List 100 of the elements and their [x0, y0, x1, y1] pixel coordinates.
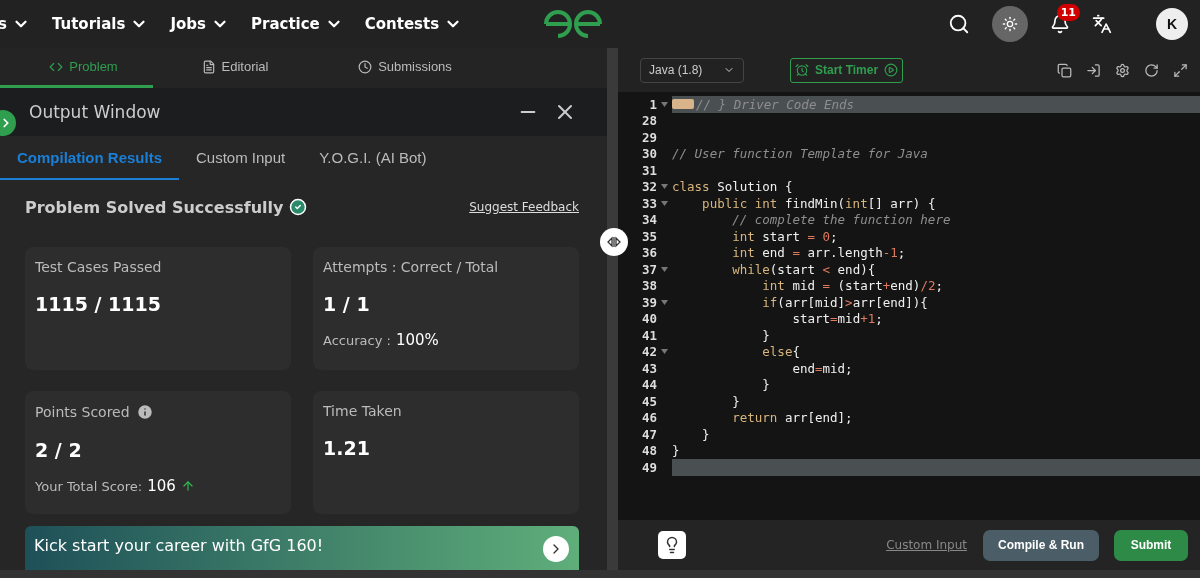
code-line: }	[672, 443, 680, 459]
line-number: 36	[641, 245, 657, 261]
start-timer-button[interactable]: Start Timer	[790, 57, 904, 83]
play-icon	[884, 63, 899, 77]
code-line: }	[701, 426, 710, 442]
code-line: end=mid;	[791, 360, 853, 376]
sun-icon	[1002, 16, 1018, 32]
info-icon[interactable]	[135, 403, 154, 421]
import-icon[interactable]	[1086, 62, 1101, 78]
line-number: 28	[641, 113, 657, 129]
line-number: 41	[641, 327, 657, 343]
alarm-clock-icon	[795, 63, 809, 77]
nav-menu-item[interactable]: Practice	[251, 15, 343, 33]
stat-sub-label: Your Total Score:	[35, 478, 143, 494]
code-line: }	[731, 393, 740, 409]
status-text: Problem Solved Successfully	[25, 197, 284, 217]
code-line: return arr[end];	[731, 410, 853, 426]
code-line: // } Driver Code Ends	[696, 96, 855, 112]
fold-arrow-icon[interactable]	[661, 184, 668, 190]
notification-badge: 11	[1056, 4, 1080, 21]
fold-arrow-icon[interactable]	[661, 349, 668, 355]
nav-menu-item[interactable]: Tutorials	[51, 15, 149, 33]
code-line: int end = arr.length-1;	[731, 245, 906, 261]
split-arrows-icon	[606, 236, 622, 248]
code-line: start=mid+1;	[791, 311, 883, 327]
fold-arrow-icon[interactable]	[661, 266, 668, 272]
notification-bell[interactable]	[1050, 14, 1070, 34]
promo-banner[interactable]: Kick start your career with GfG 160!	[25, 526, 579, 570]
line-number: 42	[641, 344, 657, 360]
stat-label: Test Cases Passed	[35, 259, 162, 275]
stat-value: 1.21	[323, 437, 371, 459]
submit-button[interactable]: Submit	[1114, 529, 1188, 561]
custom-input-link[interactable]: Custom Input	[886, 538, 967, 552]
code-line: }	[761, 327, 770, 343]
code-line: if(arr[mid]>arr[end]){	[761, 294, 928, 310]
search-icon[interactable]	[948, 13, 970, 35]
problem-tab[interactable]: Editorial	[153, 48, 323, 89]
stat-value: 2 / 2	[35, 439, 83, 461]
code-line: // complete the function here	[731, 212, 951, 228]
line-number: 34	[641, 212, 657, 228]
line-number: 32	[641, 179, 657, 195]
fold-arrow-icon[interactable]	[661, 101, 668, 107]
line-number: 29	[641, 129, 657, 145]
clock-icon	[358, 59, 373, 74]
reset-icon[interactable]	[1144, 62, 1159, 78]
logo-icon	[542, 9, 604, 39]
line-number: 35	[641, 228, 657, 244]
code-line: }	[761, 377, 770, 393]
line-number: 31	[641, 162, 657, 178]
problem-tab[interactable]: Submissions	[323, 48, 493, 89]
stat-label: Points Scored	[35, 404, 130, 420]
document-icon	[201, 59, 216, 74]
check-icon	[289, 198, 308, 216]
line-number: 45	[641, 393, 657, 409]
code-line: while(start < end){	[731, 261, 876, 277]
feedback-link[interactable]: Suggest Feedback	[469, 200, 579, 214]
fold-arrow-icon[interactable]	[661, 200, 668, 206]
avatar[interactable]: K	[1156, 8, 1188, 40]
line-number: 43	[641, 360, 657, 376]
code-line: else{	[761, 344, 800, 360]
stat-sub-value: 106	[147, 477, 176, 495]
line-number: 46	[641, 410, 657, 426]
output-tab[interactable]: Y.O.G.I. (AI Bot)	[302, 136, 444, 180]
nav-menu-item[interactable]: Contests	[364, 15, 463, 33]
line-number: 30	[641, 146, 657, 162]
line-number: 49	[641, 459, 657, 475]
line-number: 1	[649, 96, 657, 112]
compile-run-button[interactable]: Compile & Run	[983, 529, 1099, 561]
code-line: // User function Template for Java	[672, 146, 928, 162]
line-number: 37	[641, 261, 657, 277]
code-line: public int findMin(int[] arr) {	[701, 195, 936, 211]
nav-menu-item[interactable]: Jobs	[170, 15, 229, 33]
line-number: 48	[641, 443, 657, 459]
theme-toggle[interactable]	[992, 6, 1028, 42]
output-tab[interactable]: Compilation Results	[0, 136, 179, 180]
fullscreen-icon[interactable]	[1173, 62, 1188, 78]
line-number: 44	[641, 377, 657, 393]
stat-value: 1115 / 1115	[35, 293, 162, 315]
hint-button[interactable]	[658, 531, 686, 559]
translate-icon[interactable]	[1092, 14, 1112, 34]
banner-arrow-button[interactable]	[543, 536, 569, 562]
language-select[interactable]: Java (1.8)	[640, 57, 744, 83]
fold-arrow-icon[interactable]	[661, 299, 668, 305]
stat-label: Attempts : Correct / Total	[323, 259, 499, 275]
stat-sub-label: Accuracy :	[323, 332, 391, 348]
copy-icon[interactable]	[1057, 62, 1072, 78]
banner-text: Kick start your career with GfG 160!	[34, 536, 324, 555]
code-line: class Solution {	[672, 179, 793, 195]
line-number: 33	[641, 195, 657, 211]
line-number: 39	[641, 294, 657, 310]
line-number: 38	[641, 278, 657, 294]
code-line: int start = 0;	[731, 228, 838, 244]
settings-icon[interactable]	[1115, 62, 1130, 78]
window-title: Output Window	[29, 102, 161, 123]
output-tab[interactable]: Custom Input	[179, 136, 303, 180]
code-line: int mid = (start+end)/2;	[761, 278, 943, 294]
folded-code-icon[interactable]	[672, 99, 694, 110]
line-number: 40	[641, 311, 657, 327]
line-number: 47	[641, 426, 657, 442]
stat-sub-value: 100%	[395, 331, 439, 349]
